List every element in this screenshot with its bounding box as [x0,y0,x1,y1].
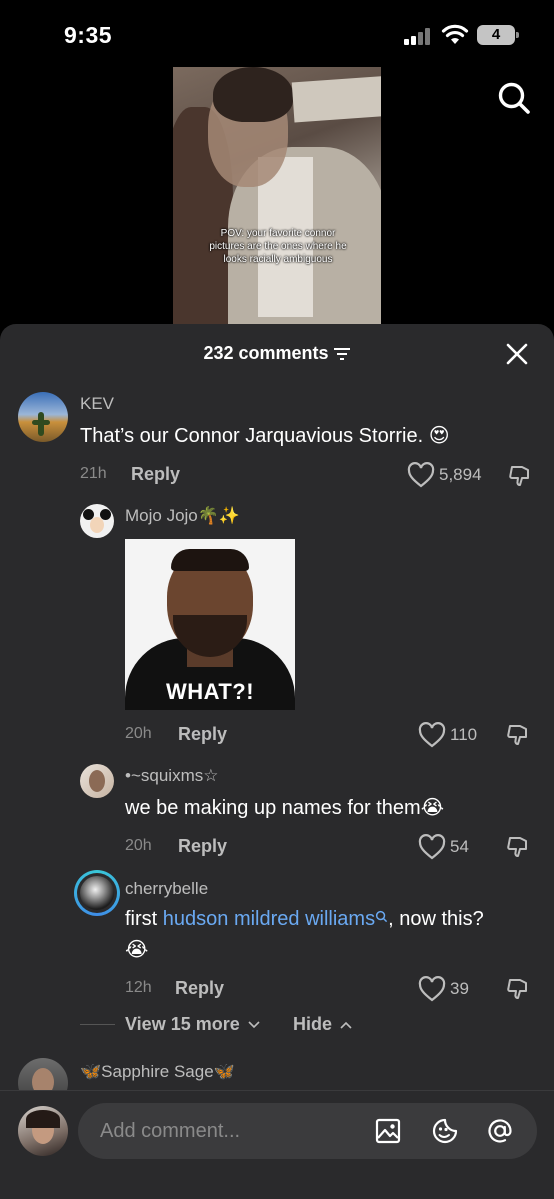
comment-username[interactable]: cherrybelle [125,879,208,899]
reply-button[interactable]: Reply [175,978,224,999]
reply-button[interactable]: Reply [178,836,227,857]
comment-username[interactable]: KEV [80,394,114,414]
video-caption: POV: your favorite connor pictures are t… [209,228,347,265]
user-avatar[interactable] [18,1106,68,1156]
heart-icon[interactable] [418,722,446,748]
comment-input-wrapper [78,1103,537,1159]
search-icon [376,910,388,923]
chevron-down-icon [248,1021,260,1029]
heart-icon[interactable] [418,834,446,860]
search-icon[interactable] [496,80,532,116]
filter-icon[interactable] [333,347,351,361]
reply-button[interactable]: Reply [131,464,180,485]
heart-icon[interactable] [418,976,446,1002]
comment-username[interactable]: •~squixms☆ [125,766,218,786]
comments-sheet: 232 comments KEV That’s our Connor Jarqu… [0,324,554,1199]
avatar[interactable] [80,764,114,798]
comment-username[interactable]: 🦋Sapphire Sage🦋 [80,1062,235,1082]
view-more-replies-button[interactable]: View 15 more [125,1014,260,1035]
like-count: 110 [450,725,478,744]
image-icon[interactable] [374,1117,402,1145]
heart-icon[interactable] [407,462,435,488]
dislike-icon[interactable] [508,464,532,488]
like-count: 5,894 [439,465,482,484]
comment-text-line2: 😭 [125,939,149,961]
comment-sticker[interactable]: WHAT?! [125,539,295,710]
comment-text: That’s our Connor Jarquavious Storrie. 😍 [80,425,450,447]
search-link[interactable]: hudson mildred williams [163,908,388,930]
comment-text: first hudson mildred williams, now this? [125,908,484,930]
wifi-icon [441,24,469,44]
avatar[interactable] [18,392,68,442]
avatar-story-ring[interactable] [74,870,120,916]
comment-time: 21h [80,465,107,482]
comment-time: 12h [125,979,152,996]
cellular-signal-icon [404,28,432,45]
comment-time: 20h [125,837,152,854]
emoji-sticker-icon[interactable] [431,1117,459,1145]
avatar[interactable] [80,504,114,538]
comment-count[interactable]: 232 comments [0,343,554,364]
background-sign [291,75,381,123]
chevron-up-icon [340,1022,352,1029]
hide-replies-button[interactable]: Hide [293,1014,352,1035]
comments-header: 232 comments [0,324,554,382]
comment-input[interactable] [100,1103,360,1159]
comment-username[interactable]: Mojo Jojo🌴✨ [125,506,240,526]
status-bar: 9:35 4 [0,0,554,66]
dislike-icon[interactable] [506,723,530,747]
dislike-icon[interactable] [506,977,530,1001]
battery-icon: 4 [477,25,519,45]
status-time: 9:35 [64,22,113,48]
mention-icon[interactable] [486,1117,514,1145]
video-player[interactable]: POV: your favorite connor pictures are t… [173,67,381,329]
close-icon[interactable] [505,342,529,366]
sticker-text: WHAT?! [165,679,255,704]
reply-button[interactable]: Reply [178,724,227,745]
thread-divider [80,1024,115,1025]
comment-text: we be making up names for them😭 [125,797,445,819]
comment-time: 20h [125,725,152,742]
like-count: 54 [450,837,469,856]
dislike-icon[interactable] [506,835,530,859]
like-count: 39 [450,979,469,998]
comment-composer [0,1090,554,1199]
